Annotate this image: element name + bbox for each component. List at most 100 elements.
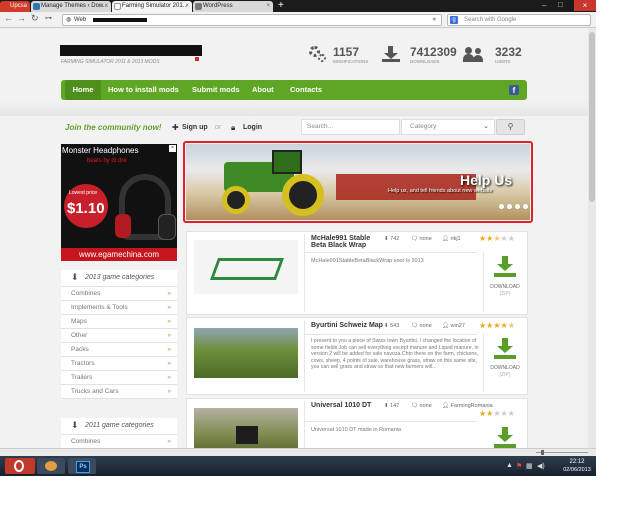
tab-label: WordPress xyxy=(203,3,233,9)
category-item[interactable]: Maps » xyxy=(61,315,177,329)
tractor-banner[interactable]: Help Us Help us, and tell friends about … xyxy=(186,144,530,220)
mod-card[interactable]: McHale991 Stable Beta Black Wrap ⬇ 742 🗨… xyxy=(186,231,528,315)
mod-thumbnail[interactable] xyxy=(194,408,298,448)
google-search-input[interactable]: g Search with Google xyxy=(447,14,591,26)
mod-thumbnail[interactable] xyxy=(194,328,298,378)
back-icon[interactable]: ← xyxy=(4,13,13,23)
minimize-icon[interactable]: – xyxy=(542,1,546,10)
site-logo[interactable] xyxy=(60,45,202,56)
mod-card[interactable]: Universal 1010 DT ⬇ 147 🗨︎ none 👤︎ Farmi… xyxy=(186,398,528,448)
download-icon[interactable] xyxy=(493,427,517,448)
site-search-input[interactable]: Search... xyxy=(301,119,400,135)
redacted-url xyxy=(93,18,147,22)
mod-comments-value: none xyxy=(419,236,432,242)
tab-farming-simulator[interactable]: Farming Simulator 201... × xyxy=(112,1,192,12)
chevron-right-icon: » xyxy=(167,346,171,353)
gimp-taskbar-button[interactable] xyxy=(37,458,65,474)
category-label: Combines xyxy=(71,438,101,445)
star-icon: ★ xyxy=(507,409,515,418)
category-item[interactable]: Combines » xyxy=(61,435,177,448)
scrollbar-thumb[interactable] xyxy=(589,32,595,202)
forward-icon[interactable]: → xyxy=(17,13,26,23)
category-item[interactable]: Combines » xyxy=(61,287,177,301)
login-link[interactable]: Login xyxy=(243,124,262,131)
menu-contacts[interactable]: Contacts xyxy=(290,80,322,100)
rating-stars: ★★★★★ xyxy=(479,235,515,243)
price-label: Lowest price xyxy=(69,190,98,196)
close-icon[interactable]: × xyxy=(185,1,189,12)
network-icon[interactable]: ▦ xyxy=(526,462,533,470)
zoom-slider-handle[interactable] xyxy=(541,450,544,455)
google-icon: g xyxy=(450,16,458,24)
photoshop-taskbar-button[interactable]: Ps xyxy=(68,458,96,474)
opera-taskbar-button[interactable] xyxy=(5,458,35,474)
download-button[interactable]: DOWNLOAD xyxy=(485,365,525,371)
headphones-ad[interactable]: Monster Headphones × beats by dr.dre Low… xyxy=(61,144,177,261)
download-button[interactable]: DOWNLOAD xyxy=(485,284,525,290)
tab-label: Upcsa xyxy=(10,3,28,9)
category-item[interactable]: Other » xyxy=(61,329,177,343)
maximize-icon[interactable]: □ xyxy=(558,0,563,9)
slider-dot[interactable] xyxy=(507,204,512,209)
close-window-icon[interactable]: × xyxy=(574,0,596,11)
star-bookmark-icon[interactable]: ★ xyxy=(432,15,437,25)
headphones-cup-right xyxy=(158,214,176,240)
category-item[interactable]: Tractors » xyxy=(61,357,177,371)
tractor-rear-wheel xyxy=(282,174,324,216)
ad-close-icon[interactable]: × xyxy=(169,145,176,152)
facebook-icon[interactable]: f xyxy=(509,85,519,95)
key-icon[interactable]: ⊶ xyxy=(45,14,52,22)
close-icon[interactable]: × xyxy=(266,1,270,12)
category-label: Maps xyxy=(71,318,87,325)
menu-about[interactable]: About xyxy=(252,80,274,100)
close-icon[interactable]: × xyxy=(104,1,108,12)
category-item[interactable]: Packs » xyxy=(61,343,177,357)
category-item[interactable]: Trailers » xyxy=(61,371,177,385)
mod-thumbnail[interactable] xyxy=(194,240,298,294)
menu-home[interactable]: Home xyxy=(65,80,101,100)
tab-upcsa[interactable]: Upcsa xyxy=(0,1,30,12)
vertical-scrollbar[interactable] xyxy=(588,28,596,448)
menu-submit-mods[interactable]: Submit mods xyxy=(192,80,240,100)
mod-author-value: win27 xyxy=(450,323,465,329)
category-item[interactable]: Trucks and Cars » xyxy=(61,385,177,399)
chevron-right-icon: » xyxy=(167,374,171,381)
tab-wordpress[interactable]: WordPress × xyxy=(193,1,273,12)
download-icon[interactable] xyxy=(493,338,517,360)
chevron-down-icon: ⌄ xyxy=(483,123,489,130)
category-select[interactable]: Category ⌄ xyxy=(401,119,495,135)
mod-title[interactable]: Universal 1010 DT xyxy=(311,402,371,409)
rating-stars: ★★★★★ xyxy=(479,410,515,418)
reload-icon[interactable]: ↻ xyxy=(31,13,39,24)
slider-dot[interactable] xyxy=(499,204,504,209)
new-tab-button[interactable]: + xyxy=(278,0,284,11)
category-item[interactable]: Implements & Tools » xyxy=(61,301,177,315)
search-button[interactable]: ⚲ xyxy=(496,119,525,135)
wordpress-icon xyxy=(195,3,202,10)
flag-icon[interactable]: ⚑ xyxy=(516,462,522,470)
clock-time[interactable]: 22:12 xyxy=(558,459,596,465)
signup-link[interactable]: Sign up xyxy=(182,124,208,131)
download-icon[interactable] xyxy=(493,256,517,278)
slider-dot[interactable] xyxy=(515,204,520,209)
chevron-right-icon: » xyxy=(167,438,171,445)
headphones-cup-left xyxy=(115,214,131,238)
address-bar[interactable]: ◍ Web ★ xyxy=(62,14,442,26)
chevron-right-icon: » xyxy=(167,304,171,311)
tab-manage-themes[interactable]: Manage Themes ‹ Dow... × xyxy=(31,1,111,12)
mod-title[interactable]: Byurtini Schweiz Map xyxy=(311,322,383,329)
categories-2013-title: 2013 game categories xyxy=(85,274,155,281)
opera-icon xyxy=(14,460,24,472)
menu-how-to-install[interactable]: How to install mods xyxy=(108,80,179,100)
categories-2013-header: ⬇ 2013 game categories xyxy=(61,270,177,287)
mod-comments: 🗨︎ none xyxy=(411,236,432,242)
gears-icon xyxy=(309,46,327,62)
tray-arrow-icon[interactable]: ▲ xyxy=(506,462,513,469)
mod-card[interactable]: Byurtini Schweiz Map ⬇ 543 🗨︎ none 👤︎ wi… xyxy=(186,317,528,395)
mod-title[interactable]: McHale991 Stable Beta Black Wrap xyxy=(311,235,377,249)
volume-icon[interactable]: ◀) xyxy=(537,462,545,470)
clock-date[interactable]: 02/06/2013 xyxy=(558,467,596,473)
chevron-right-icon: » xyxy=(167,318,171,325)
slider-dot[interactable] xyxy=(523,204,528,209)
gimp-icon xyxy=(45,461,57,471)
